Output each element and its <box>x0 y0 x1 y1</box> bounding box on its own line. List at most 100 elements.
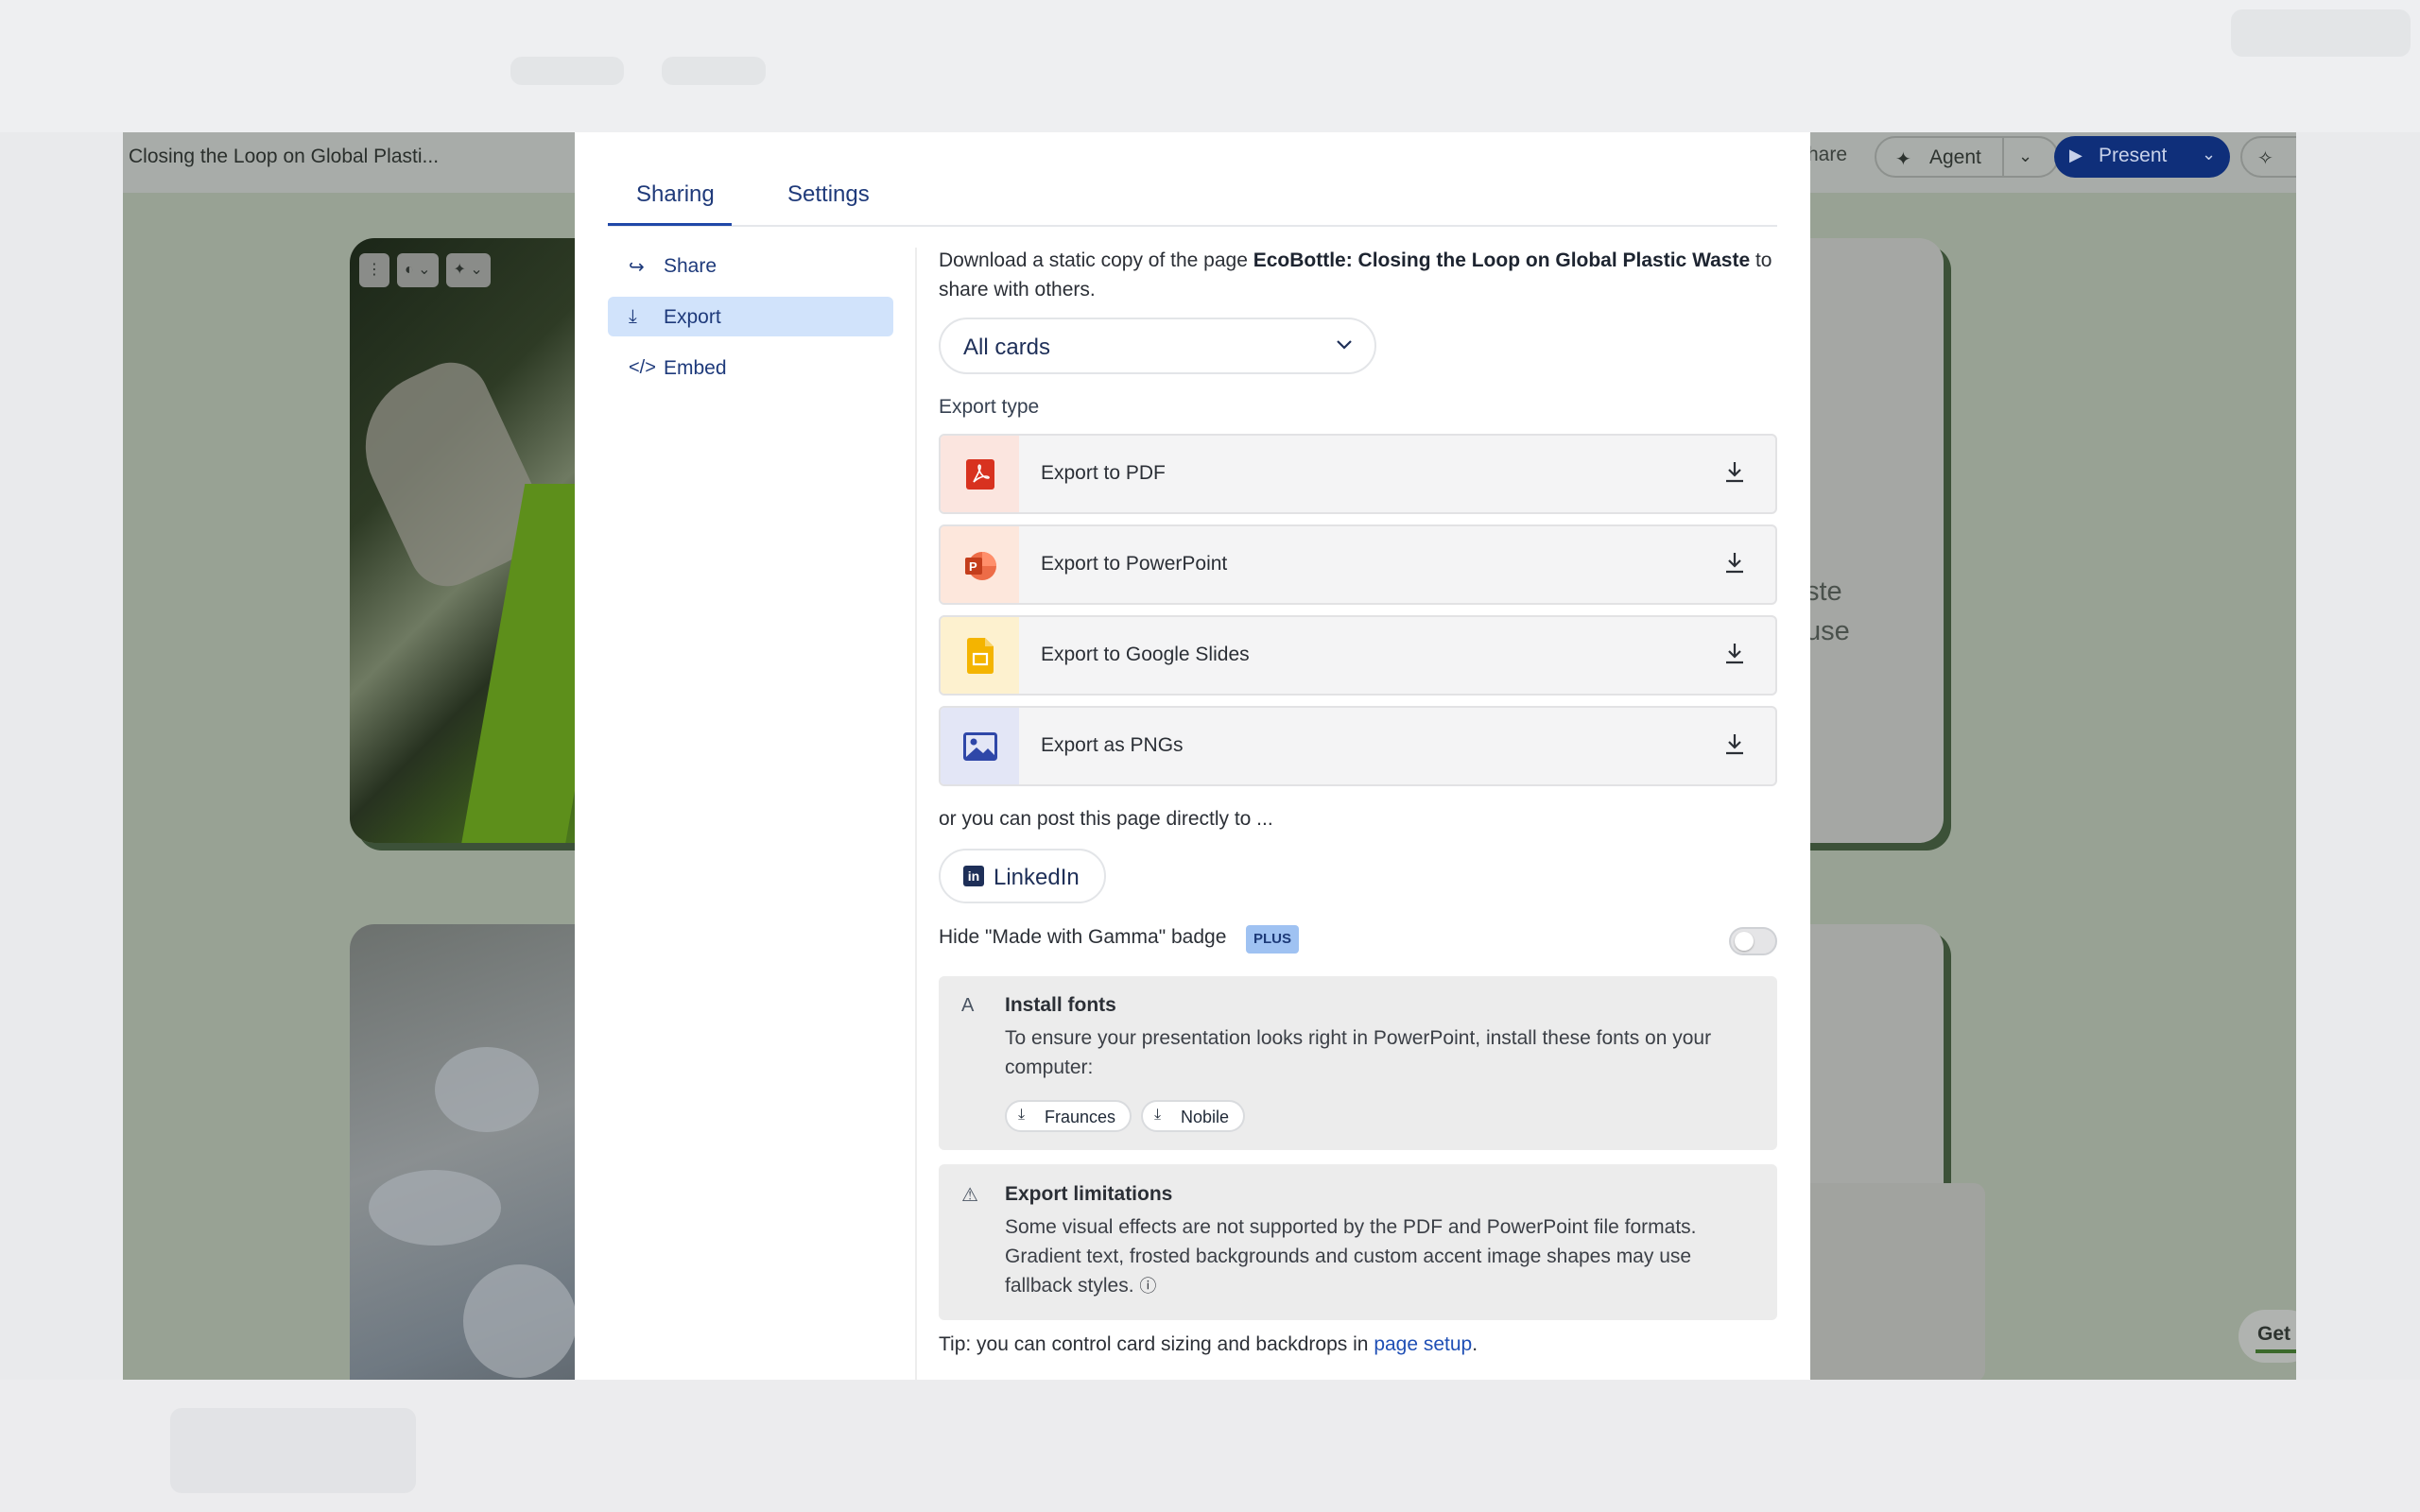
hide-badge-toggle[interactable] <box>1729 927 1777 955</box>
divider <box>2002 138 2004 176</box>
linkedin-button[interactable]: in LinkedIn <box>939 849 1106 903</box>
page-setup-tip: Tip: you can control card sizing and bac… <box>939 1333 1478 1356</box>
info-icon[interactable]: ⓘ <box>1139 1277 1156 1296</box>
icon-tile <box>941 436 1019 512</box>
font-download-fraunces[interactable]: ⤓ Fraunces <box>1005 1100 1132 1132</box>
export-option-label: Export to PDF <box>1041 462 1166 484</box>
get-label: Get <box>2257 1323 2291 1345</box>
card-image <box>350 238 630 843</box>
export-limitations-body: Some visual effects are not supported by… <box>1005 1212 1752 1301</box>
sparkle-icon[interactable]: ✦ ⌄ <box>445 253 491 287</box>
blurred-shape <box>510 57 624 85</box>
present-button[interactable]: ▶ Present ⌄ <box>2054 136 2230 178</box>
blurred-shape <box>2231 9 2411 57</box>
image-detail <box>435 1047 539 1132</box>
pdf-icon <box>966 459 994 490</box>
dialog-tabs: Sharing Settings <box>608 132 1777 227</box>
outer-background-top <box>0 0 2420 132</box>
hide-badge-row: Hide "Made with Gamma" badge PLUS <box>939 924 1777 958</box>
hide-badge-label: Hide "Made with Gamma" badge <box>939 926 1227 948</box>
install-fonts-panel: A Install fonts To ensure your presentat… <box>939 976 1777 1150</box>
active-tab-indicator <box>608 223 732 226</box>
install-fonts-title: Install fonts <box>1005 994 1116 1016</box>
card-content-block <box>1796 1183 1985 1380</box>
blurred-shape <box>170 1408 416 1493</box>
nav-item-label: Embed <box>664 357 727 379</box>
chevron-down-icon[interactable]: ⌄ <box>2018 146 2032 166</box>
page-name: EcoBottle: Closing the Loop on Global Pl… <box>1253 249 1751 271</box>
select-value: All cards <box>963 335 1051 360</box>
magic-wand-icon: ✧ <box>2257 148 2273 169</box>
icon-tile: P <box>941 526 1019 603</box>
card-image <box>350 924 577 1380</box>
more-icon[interactable]: ⋮ <box>359 253 389 287</box>
outer-background-bottom <box>0 1380 2420 1512</box>
blurred-shape <box>662 57 766 85</box>
chevron-down-icon <box>1334 334 1355 360</box>
download-icon <box>1726 644 1743 664</box>
magic-button[interactable]: ✧ <box>2240 136 2296 178</box>
get-button[interactable]: Get <box>2238 1310 2296 1363</box>
linkedin-label: LinkedIn <box>994 865 1080 890</box>
font-download-nobile[interactable]: ⤓ Nobile <box>1141 1100 1245 1132</box>
share-button[interactable]: hare <box>1807 144 1847 166</box>
download-icon: ⤓ <box>629 306 637 327</box>
export-option-label: Export to PowerPoint <box>1041 553 1228 575</box>
nav-item-export[interactable]: ⤓ Export <box>608 297 893 336</box>
palette-icon[interactable]: ◐ ⌄ <box>397 253 439 287</box>
nav-item-label: Share <box>664 255 717 277</box>
play-icon: ▶ <box>2069 146 2083 164</box>
card-text: use <box>1806 616 1850 646</box>
export-pdf-button[interactable]: Export to PDF <box>939 434 1777 514</box>
download-icon: ⤓ <box>1018 1107 1026 1123</box>
card-scope-select[interactable]: All cards <box>939 318 1376 374</box>
toggle-knob <box>1735 932 1754 951</box>
nav-item-share[interactable]: ↪ Share <box>608 246 893 285</box>
download-icon <box>1726 553 1743 574</box>
chevron-down-icon[interactable]: ⌄ <box>2202 145 2216 164</box>
export-option-label: Export to Google Slides <box>1041 644 1250 665</box>
post-directly-label: or you can post this page directly to ..… <box>939 808 1273 830</box>
icon-tile <box>941 708 1019 784</box>
export-limitations-title: Export limitations <box>1005 1183 1173 1205</box>
agent-button[interactable]: ✦ Agent ⌄ <box>1875 136 2059 178</box>
intro-text: Download a static copy of the page <box>939 249 1253 271</box>
powerpoint-icon: P <box>965 552 996 580</box>
tip-text: . <box>1472 1333 1478 1355</box>
export-google-slides-button[interactable]: Export to Google Slides <box>939 615 1777 696</box>
tab-sharing[interactable]: Sharing <box>636 181 715 208</box>
share-icon: ↪ <box>629 257 645 278</box>
progress-bar <box>2256 1349 2296 1353</box>
nav-item-embed[interactable]: </> Embed <box>608 348 893 387</box>
divider <box>915 248 917 1380</box>
google-slides-icon <box>967 638 994 674</box>
limitations-text: Some visual effects are not supported by… <box>1005 1216 1697 1297</box>
plus-badge: PLUS <box>1246 925 1300 954</box>
image-detail <box>369 1170 501 1246</box>
card-text: ste <box>1806 576 1842 607</box>
sparkle-icon: ✦ <box>1895 149 1911 170</box>
export-powerpoint-button[interactable]: P Export to PowerPoint <box>939 524 1777 605</box>
export-option-label: Export as PNGs <box>1041 734 1184 756</box>
share-dialog: Sharing Settings ↪ Share ⤓ Export </> Em… <box>575 132 1810 1380</box>
page-setup-link[interactable]: page setup <box>1374 1333 1472 1355</box>
warning-icon: ⚠ <box>961 1185 978 1206</box>
document-title[interactable]: Closing the Loop on Global Plasti... <box>129 146 439 168</box>
present-label: Present <box>2099 145 2168 166</box>
install-fonts-body: To ensure your presentation looks right … <box>1005 1027 1712 1078</box>
font-icon: A <box>961 995 975 1016</box>
download-icon: ⤓ <box>1154 1107 1162 1123</box>
image-detail <box>463 1264 577 1378</box>
image-icon <box>963 732 997 761</box>
download-icon <box>1726 734 1743 755</box>
code-icon: </> <box>629 357 656 378</box>
nav-item-label: Export <box>664 306 721 328</box>
agent-label: Agent <box>1929 146 1981 168</box>
linkedin-icon: in <box>963 866 984 886</box>
icon-tile <box>941 617 1019 694</box>
svg-text:P: P <box>969 559 977 574</box>
tab-settings[interactable]: Settings <box>787 181 870 208</box>
export-type-label: Export type <box>939 396 1040 418</box>
export-png-button[interactable]: Export as PNGs <box>939 706 1777 786</box>
tip-text: Tip: you can control card sizing and bac… <box>939 1333 1374 1355</box>
